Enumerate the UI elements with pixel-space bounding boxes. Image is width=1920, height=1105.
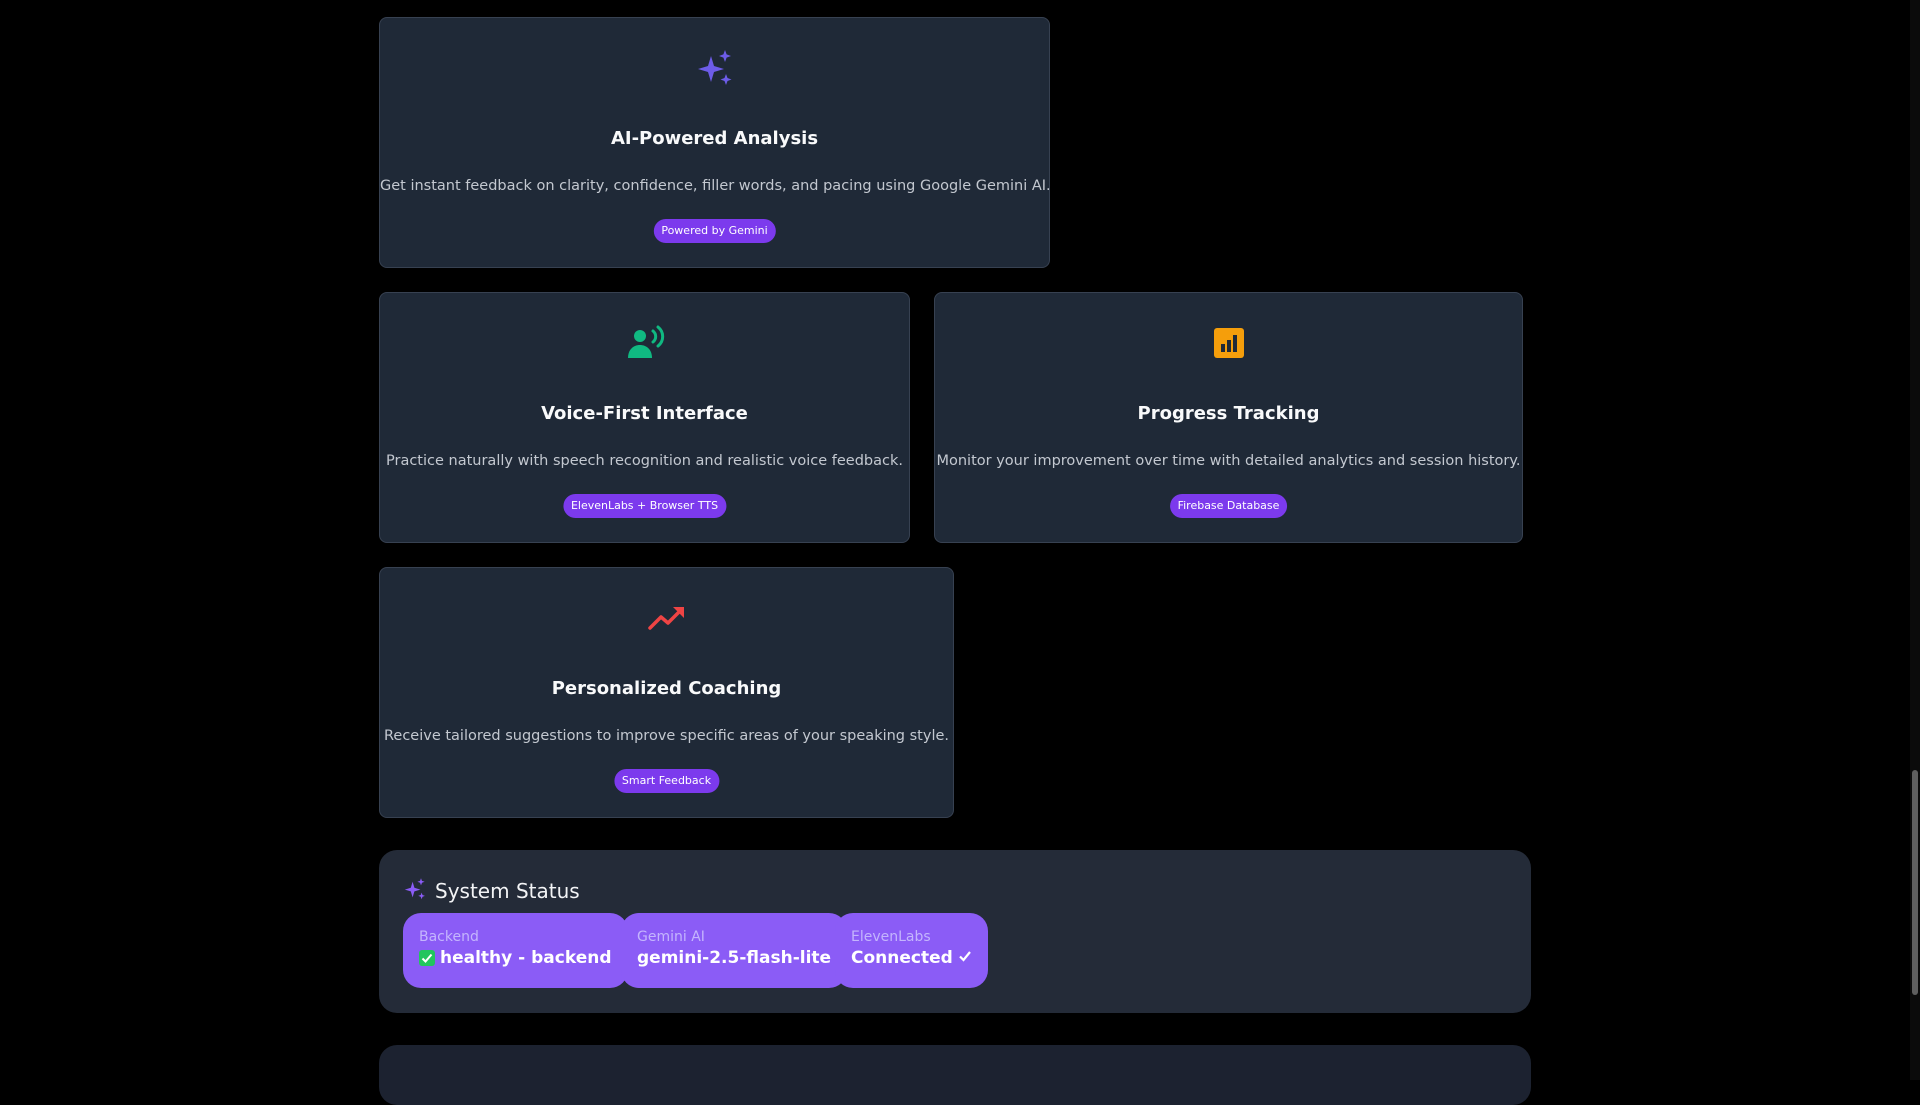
status-label: Backend bbox=[419, 929, 479, 945]
feature-title: Personalized Coaching bbox=[551, 678, 782, 699]
feature-title: Progress Tracking bbox=[1137, 403, 1320, 424]
voice-user-icon bbox=[380, 323, 909, 363]
feature-description: Get instant feedback on clarity, confide… bbox=[380, 178, 1051, 194]
status-pill-backend: Backend healthy - backend bbox=[403, 913, 628, 988]
status-value-row: Connected bbox=[851, 946, 972, 970]
scrollbar-thumb[interactable] bbox=[1912, 770, 1918, 995]
checkmark-icon bbox=[958, 946, 972, 970]
sparkles-icon bbox=[380, 48, 1049, 88]
status-value: healthy - backend bbox=[440, 948, 612, 968]
sparkles-icon bbox=[403, 877, 427, 905]
trending-up-icon bbox=[380, 598, 953, 638]
status-label: Gemini AI bbox=[637, 929, 705, 945]
status-label: ElevenLabs bbox=[851, 929, 931, 945]
scrollbar[interactable] bbox=[1910, 0, 1920, 1080]
bar-chart-icon bbox=[935, 323, 1522, 363]
status-value-row: healthy - backend bbox=[419, 946, 612, 970]
status-pill-gemini: Gemini AI gemini-2.5-flash-lite bbox=[621, 913, 848, 988]
feature-title: AI-Powered Analysis bbox=[610, 128, 819, 149]
next-section-panel bbox=[379, 1045, 1531, 1105]
feature-badge: Firebase Database bbox=[1169, 494, 1288, 518]
status-value: gemini-2.5-flash-lite bbox=[637, 948, 832, 968]
feature-description: Monitor your improvement over time with … bbox=[936, 453, 1521, 469]
feature-card-voice-interface: Voice-First Interface Practice naturally… bbox=[379, 292, 910, 543]
feature-description: Receive tailored suggestions to improve … bbox=[383, 728, 950, 744]
status-value: Connected bbox=[851, 948, 953, 968]
check-box-icon bbox=[419, 950, 435, 966]
feature-badge: Powered by Gemini bbox=[653, 219, 776, 243]
feature-card-personalized-coaching: Personalized Coaching Receive tailored s… bbox=[379, 567, 954, 818]
feature-card-ai-analysis: AI-Powered Analysis Get instant feedback… bbox=[379, 17, 1051, 268]
status-value-row: gemini-2.5-flash-lite bbox=[637, 946, 831, 970]
feature-description: Practice naturally with speech recogniti… bbox=[386, 453, 903, 469]
feature-badge: Smart Feedback bbox=[613, 769, 720, 793]
feature-card-progress-tracking: Progress Tracking Monitor your improveme… bbox=[934, 292, 1523, 543]
system-status-panel: System Status Backend healthy - backend … bbox=[379, 850, 1531, 1013]
status-title: System Status bbox=[435, 879, 580, 903]
status-pill-elevenlabs: ElevenLabs Connected bbox=[835, 913, 988, 988]
feature-badge: ElevenLabs + Browser TTS bbox=[562, 494, 727, 518]
feature-title: Voice-First Interface bbox=[541, 403, 748, 424]
status-header: System Status bbox=[403, 877, 580, 905]
